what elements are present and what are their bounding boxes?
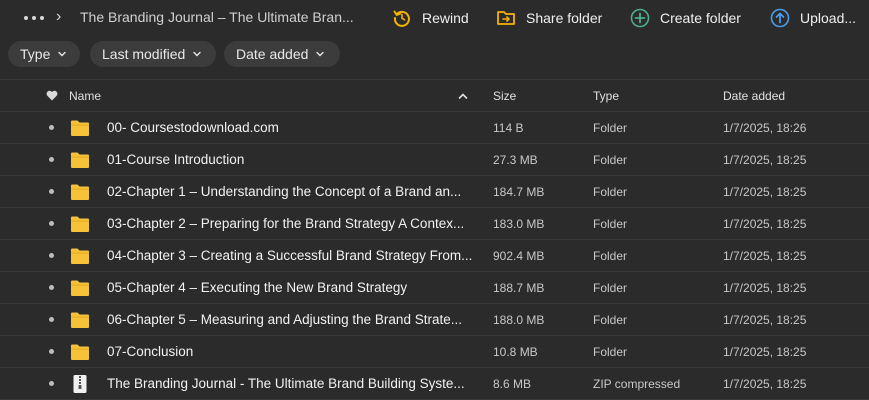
file-date-added: 1/7/2025, 18:25: [723, 216, 807, 231]
file-type: Folder: [593, 312, 628, 327]
rewind-button[interactable]: Rewind: [392, 6, 469, 30]
table-row[interactable]: 01-Course Introduction 27.3 MB Folder 1/7/2…: [0, 144, 869, 176]
date-added-filter-label: Date added: [236, 46, 309, 62]
file-type: Folder: [593, 344, 628, 359]
chevron-down-icon: [316, 51, 325, 57]
favorite-toggle[interactable]: [49, 368, 54, 399]
last-modified-filter-dropdown[interactable]: Last modified: [90, 41, 216, 67]
folder-icon: [70, 208, 90, 239]
folder-icon: [70, 240, 90, 271]
favorite-toggle[interactable]: [49, 304, 54, 335]
chevron-down-icon: [193, 51, 201, 57]
top-toolbar: › The Branding Journal – The Ultimate Br…: [0, 0, 869, 36]
file-name[interactable]: 07-Conclusion: [107, 336, 477, 367]
sort-ascending-icon[interactable]: [458, 80, 468, 111]
file-size: 27.3 MB: [493, 152, 538, 167]
file-name[interactable]: 02-Chapter 1 – Understanding the Concept…: [107, 176, 477, 207]
chevron-down-icon: [58, 51, 67, 57]
favorite-toggle[interactable]: [49, 336, 54, 367]
file-name[interactable]: 00- Coursestodownload.com: [107, 112, 477, 143]
type-column-header[interactable]: Type: [593, 80, 619, 111]
file-date-added: 1/7/2025, 18:25: [723, 248, 807, 263]
favorite-column-header[interactable]: [46, 80, 60, 111]
name-column-header[interactable]: Name: [69, 80, 101, 111]
file-size: 184.7 MB: [493, 184, 545, 199]
file-type: Folder: [593, 152, 628, 167]
file-size: 188.0 MB: [493, 312, 545, 327]
file-type: Folder: [593, 184, 628, 199]
upload-label: Upload...: [800, 10, 857, 26]
file-size: 188.7 MB: [493, 280, 545, 295]
favorite-toggle[interactable]: [49, 272, 54, 303]
share-folder-button[interactable]: Share folder: [496, 6, 602, 30]
file-size: 8.6 MB: [493, 376, 532, 391]
chevron-right-icon: ›: [56, 8, 62, 25]
file-type: Folder: [593, 216, 628, 231]
favorite-toggle[interactable]: [49, 176, 54, 207]
table-header: Name Size Type Date added: [0, 79, 869, 112]
rewind-icon: [393, 10, 410, 27]
zip-icon: [70, 368, 90, 399]
rewind-label: Rewind: [422, 10, 469, 26]
file-date-added: 1/7/2025, 18:25: [723, 312, 807, 327]
file-type: ZIP compressed: [593, 376, 681, 391]
type-filter-dropdown[interactable]: Type: [8, 41, 80, 67]
file-type: Folder: [593, 120, 628, 135]
favorite-toggle[interactable]: [49, 240, 54, 271]
file-size: 183.0 MB: [493, 216, 545, 231]
size-column-header[interactable]: Size: [493, 80, 516, 111]
folder-icon: [70, 336, 90, 367]
folder-icon: [70, 304, 90, 335]
upload-icon: [770, 8, 790, 28]
favorite-toggle[interactable]: [49, 208, 54, 239]
table-row[interactable]: The Branding Journal - The Ultimate Bran…: [0, 368, 869, 400]
share-folder-label: Share folder: [526, 10, 603, 26]
type-filter-label: Type: [20, 46, 51, 62]
favorite-toggle[interactable]: [49, 144, 54, 175]
file-name[interactable]: 06-Chapter 5 – Measuring and Adjusting t…: [107, 304, 477, 335]
table-row[interactable]: 00- Coursestodownload.com 114 B Folder 1/7/…: [0, 112, 869, 144]
date-added-filter-dropdown[interactable]: Date added: [224, 41, 340, 67]
folder-icon: [70, 144, 90, 175]
file-date-added: 1/7/2025, 18:25: [723, 184, 807, 199]
folder-icon: [70, 176, 90, 207]
table-row[interactable]: 05-Chapter 4 – Executing the New Brand S…: [0, 272, 869, 304]
breadcrumb-title[interactable]: The Branding Journal – The Ultimate Bran…: [80, 9, 360, 25]
share-folder-icon: [497, 11, 515, 25]
folder-icon: [70, 112, 90, 143]
file-name[interactable]: The Branding Journal - The Ultimate Bran…: [107, 368, 477, 399]
last-modified-filter-label: Last modified: [102, 46, 186, 62]
upload-button[interactable]: Upload...: [770, 6, 856, 30]
table-row[interactable]: 07-Conclusion 10.8 MB Folder 1/7/2025, 18:2…: [0, 336, 869, 368]
plus-circle-icon: [630, 8, 650, 28]
file-type: Folder: [593, 280, 628, 295]
table-row[interactable]: 02-Chapter 1 – Understanding the Concept…: [0, 176, 869, 208]
create-folder-button[interactable]: Create folder: [630, 6, 741, 30]
more-options-icon[interactable]: [24, 10, 44, 26]
file-name[interactable]: 04-Chapter 3 – Creating a Successful Bra…: [107, 240, 477, 271]
create-folder-label: Create folder: [660, 10, 741, 26]
table-row[interactable]: 04-Chapter 3 – Creating a Successful Bra…: [0, 240, 869, 272]
file-date-added: 1/7/2025, 18:26: [723, 120, 807, 135]
date-added-column-header[interactable]: Date added: [723, 80, 785, 111]
file-size: 10.8 MB: [493, 344, 538, 359]
table-row[interactable]: 06-Chapter 5 – Measuring and Adjusting t…: [0, 304, 869, 336]
file-name[interactable]: 01-Course Introduction: [107, 144, 477, 175]
file-type: Folder: [593, 248, 628, 263]
table-row[interactable]: 03-Chapter 2 – Preparing for the Brand S…: [0, 208, 869, 240]
file-date-added: 1/7/2025, 18:25: [723, 344, 807, 359]
file-date-added: 1/7/2025, 18:25: [723, 152, 807, 167]
file-name[interactable]: 03-Chapter 2 – Preparing for the Brand S…: [107, 208, 477, 239]
heart-icon: [46, 90, 58, 101]
folder-icon: [70, 272, 90, 303]
file-date-added: 1/7/2025, 18:25: [723, 376, 807, 391]
file-date-added: 1/7/2025, 18:25: [723, 280, 807, 295]
file-name[interactable]: 05-Chapter 4 – Executing the New Brand S…: [107, 272, 477, 303]
favorite-toggle[interactable]: [49, 112, 54, 143]
file-size: 902.4 MB: [493, 248, 545, 263]
file-size: 114 B: [493, 120, 524, 135]
